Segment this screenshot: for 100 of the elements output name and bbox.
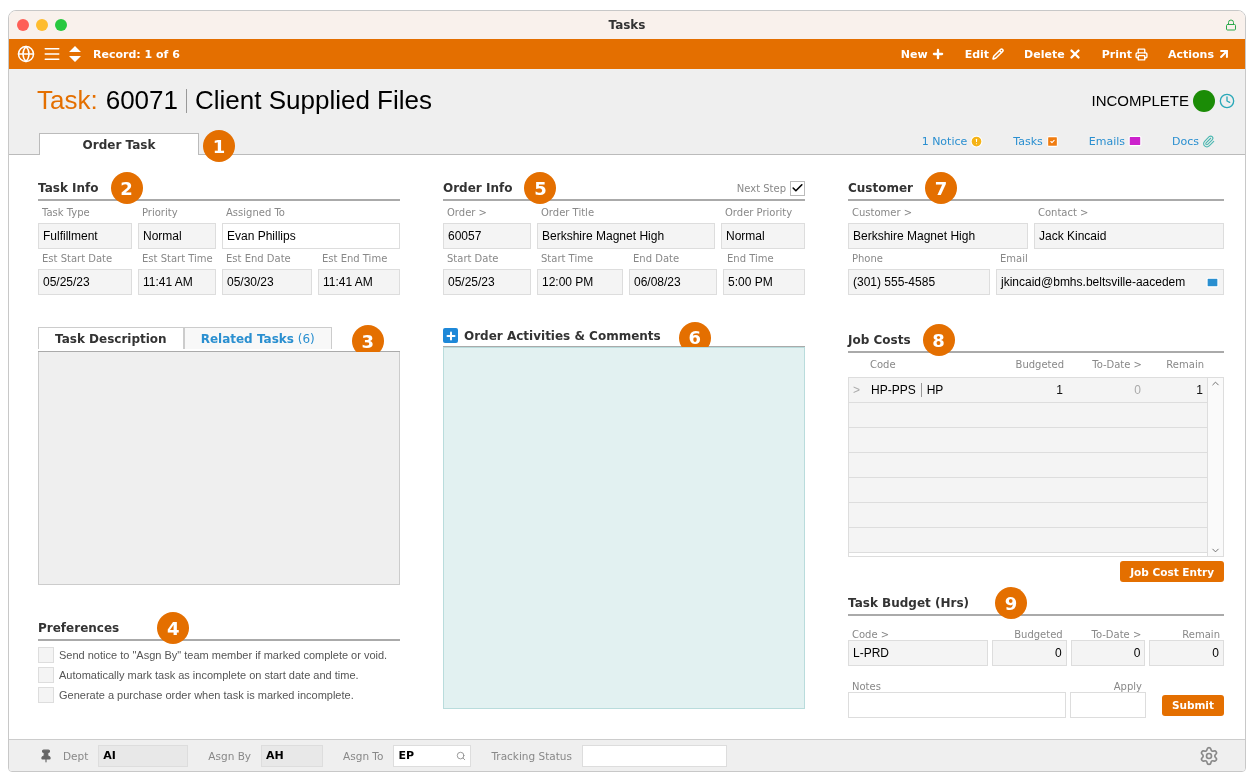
sort-arrows-icon[interactable] (69, 46, 81, 62)
input-field[interactable]: AH (261, 744, 324, 767)
option-label: Generate a purchase order when task is marked incomplete. (59, 689, 354, 701)
input-field[interactable]: Berkshire Magnet High (848, 223, 1028, 249)
empty-row[interactable] (849, 528, 1207, 553)
input-field[interactable] (581, 744, 727, 767)
input-field[interactable]: Normal (138, 223, 216, 249)
input-field[interactable]: L-PRD (848, 640, 988, 666)
lock-icon (1225, 19, 1237, 31)
column-header: Budgeted (1013, 629, 1064, 640)
apply-field[interactable] (1070, 692, 1146, 718)
field-label: Asgn To (343, 749, 384, 762)
field-label: Est End Date (225, 253, 292, 266)
field-label: Customer > (851, 207, 914, 220)
checkbox[interactable] (790, 180, 805, 196)
record-title: Client Supplied Files (195, 85, 432, 116)
menu-icon[interactable] (43, 45, 61, 63)
mail-icon (1206, 275, 1219, 289)
status-dot (1193, 89, 1215, 112)
table-cell: HP (926, 383, 944, 397)
input-field[interactable]: 05/25/23 (443, 269, 531, 295)
input-field[interactable]: 06/08/23 (629, 269, 717, 295)
field-label: Task Type (41, 207, 91, 220)
field-label: Email (999, 253, 1029, 266)
checkbox-icon (1045, 134, 1059, 148)
field-label: End Time (726, 253, 775, 266)
option-label: Send notice to "Asgn By" team member if marked complete or void. (59, 649, 388, 661)
checkbox[interactable] (38, 647, 54, 663)
callout-badge: 1 (203, 130, 235, 162)
input-field[interactable]: EP (393, 744, 472, 767)
checkbox[interactable] (38, 687, 54, 703)
minimize-button[interactable] (36, 19, 48, 31)
column-header: Budgeted (1014, 359, 1065, 372)
field-label: Est Start Time (141, 253, 214, 266)
empty-row[interactable] (849, 428, 1207, 453)
field-label: Apply (1112, 681, 1143, 692)
input-field[interactable]: Jack Kincaid (1034, 223, 1224, 249)
section-title: Preferences (38, 621, 120, 635)
mail-icon (1128, 134, 1142, 148)
input-field[interactable]: 0 (1149, 640, 1224, 666)
input-field[interactable]: 05/30/23 (222, 269, 312, 295)
input-field[interactable]: (301) 555-4585 (848, 269, 990, 295)
field-label: End Date (632, 253, 681, 266)
input-field[interactable]: Normal (721, 223, 805, 249)
checkbox-label: Next Step (736, 182, 786, 194)
record-counter: Record: 1 of 6 (93, 47, 180, 61)
callout-badge: 2 (110, 172, 143, 204)
plus-icon (930, 47, 945, 61)
input-field[interactable]: 0 (1070, 640, 1146, 666)
callout-badge: 8 (922, 324, 955, 356)
zoom-button[interactable] (55, 19, 67, 31)
field-label: Dept (63, 749, 89, 762)
description-panel[interactable] (38, 352, 400, 585)
column-header: Code (870, 359, 897, 372)
empty-row[interactable] (849, 478, 1207, 503)
field-label: Notes (851, 681, 882, 692)
callout-badge: 4 (157, 612, 190, 644)
empty-row[interactable] (849, 453, 1207, 478)
input-field[interactable]: jkincaid@bmhs.beltsville-aacedem (996, 269, 1224, 295)
column-header: To-Date > (1090, 629, 1143, 640)
field-label: Tracking Status (491, 749, 572, 762)
callout-badge: 9 (995, 587, 1028, 619)
field-label: Assigned To (225, 207, 286, 220)
input-field[interactable]: 11:41 AM (318, 269, 400, 295)
globe-icon[interactable] (17, 45, 35, 63)
add-icon[interactable] (443, 328, 458, 343)
close-button[interactable] (17, 19, 29, 31)
input-field[interactable]: AI (98, 744, 189, 767)
section-title: Customer (848, 181, 914, 195)
checkbox[interactable] (38, 667, 54, 683)
input-field[interactable]: Berkshire Magnet High (537, 223, 715, 249)
section-title: Task Budget (Hrs) (848, 596, 970, 610)
scrollbar[interactable] (1207, 378, 1223, 556)
input-field[interactable]: 5:00 PM (723, 269, 805, 295)
close-icon (1067, 47, 1082, 61)
table-row[interactable]: > HP-PPS HP 1 0 1 (849, 378, 1207, 403)
pin-icon[interactable] (39, 748, 53, 763)
pencil-icon (992, 48, 1005, 60)
notes-field[interactable] (848, 692, 1066, 718)
search-icon[interactable] (456, 750, 467, 761)
tab[interactable]: Order Task (39, 133, 199, 155)
empty-row[interactable] (849, 503, 1207, 528)
settings-icon[interactable] (1199, 745, 1219, 766)
record-type: Task: (37, 85, 98, 116)
input-field[interactable]: 11:41 AM (138, 269, 216, 295)
tab[interactable]: Task Description (38, 327, 184, 349)
input-field[interactable]: 12:00 PM (537, 269, 623, 295)
input-field[interactable]: Fulfillment (38, 223, 132, 249)
input-field[interactable]: 60057 (443, 223, 531, 249)
paperclip-icon (1202, 134, 1215, 148)
field-label: Order Title (540, 207, 596, 220)
table-cell-text: 0 (1133, 383, 1142, 397)
input-field[interactable]: Evan Phillips (222, 223, 400, 249)
empty-row[interactable] (849, 403, 1207, 428)
clock-icon[interactable] (1219, 92, 1235, 109)
field-label: Est End Time (321, 253, 389, 266)
column-header: Remain (1181, 629, 1221, 640)
alert-icon (970, 134, 984, 148)
input-field[interactable]: 05/25/23 (38, 269, 132, 295)
input-field[interactable]: 0 (992, 640, 1067, 666)
